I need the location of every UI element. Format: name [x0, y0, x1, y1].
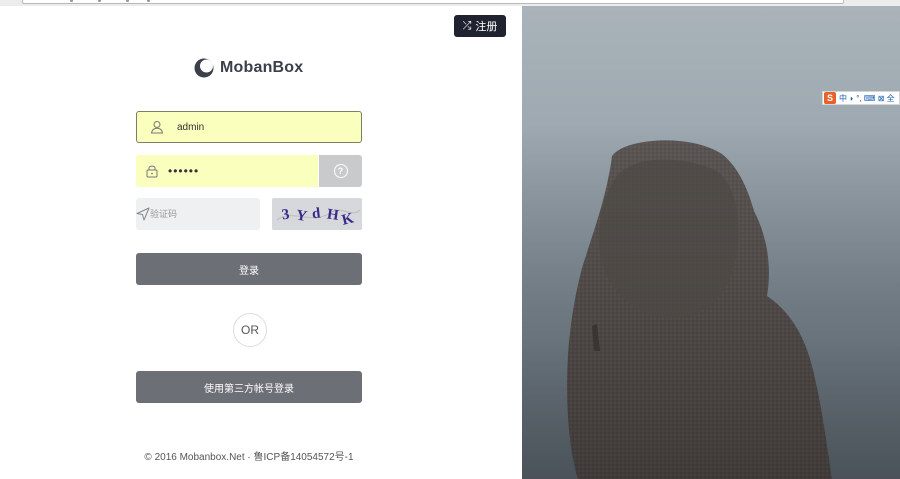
- address-fragment: [98, 0, 101, 2]
- brand-name: MobanBox: [220, 59, 304, 76]
- brand-logo: MobanBox: [194, 58, 303, 78]
- moon-logo-icon: [194, 58, 214, 78]
- sogou-logo-icon: S: [824, 92, 836, 104]
- ime-toolbar[interactable]: S 中 ◗ °, ⌨ ⊠ 全: [822, 91, 900, 105]
- login-button[interactable]: 登录: [136, 253, 362, 285]
- password-field[interactable]: [136, 155, 318, 187]
- captcha-field[interactable]: [136, 198, 282, 230]
- captcha-image[interactable]: 3 Y d H K: [272, 198, 362, 230]
- username-input[interactable]: [177, 121, 327, 133]
- password-input[interactable]: [168, 164, 318, 178]
- register-label: 注册: [475, 21, 498, 33]
- third-party-login-button[interactable]: 使用第三方帐号登录: [136, 371, 362, 403]
- or-divider: OR: [233, 313, 267, 347]
- footer-copyright: © 2016 Mobanbox.Net · 鲁ICP备14054572号-1: [144, 452, 354, 463]
- lock-icon: [136, 164, 168, 178]
- address-fragment: [126, 0, 129, 2]
- shuffle-icon: ⤮: [462, 19, 472, 32]
- address-fragment: [70, 0, 73, 2]
- address-fragment: [147, 0, 150, 2]
- user-icon: [137, 120, 177, 134]
- captcha-graphic: 3 Y d H K: [272, 198, 362, 230]
- address-bar[interactable]: [22, 0, 844, 4]
- captcha-input[interactable]: [150, 208, 282, 220]
- ime-toolbar-items[interactable]: 中 ◗ °, ⌨ ⊠ 全: [839, 93, 895, 104]
- hero-photo: [522, 6, 900, 479]
- hooded-person-illustration: [567, 140, 832, 479]
- question-icon: ?: [333, 164, 348, 178]
- register-button[interactable]: ⤮ 注册: [454, 15, 506, 37]
- password-help-button[interactable]: ?: [319, 155, 362, 187]
- username-field[interactable]: [136, 111, 362, 143]
- send-icon: [136, 207, 150, 221]
